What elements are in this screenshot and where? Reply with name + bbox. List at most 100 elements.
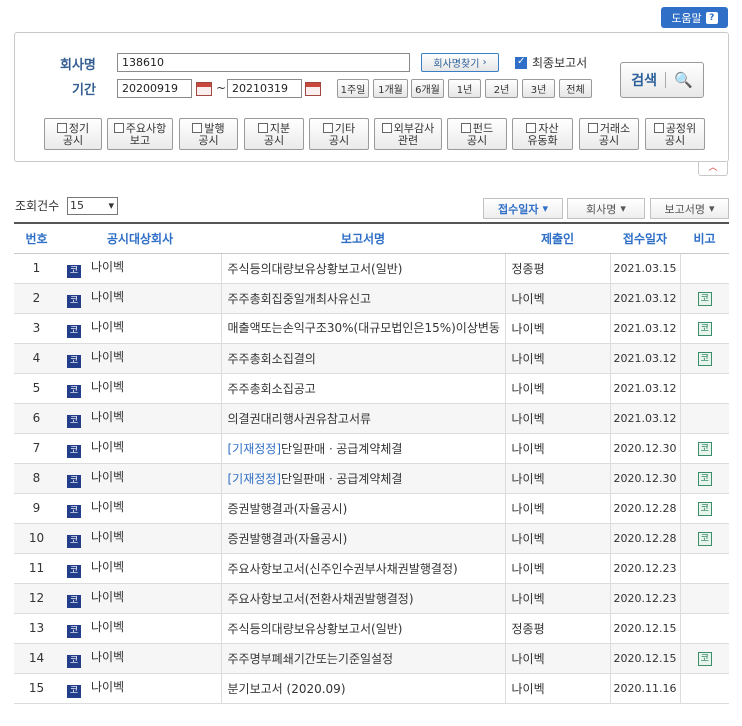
company-link[interactable]: 나이벡 bbox=[91, 380, 124, 394]
report-cell[interactable]: 주주총회소집공고 bbox=[220, 373, 506, 404]
kosdaq-remark-icon[interactable]: 코 bbox=[697, 292, 712, 306]
type-major-button[interactable]: 주요사항 보고 bbox=[107, 118, 173, 150]
company-link[interactable]: 나이벡 bbox=[91, 470, 124, 484]
table-row[interactable]: 15 코 나이벡 분기보고서 (2020.09) 나이벡 2020.11.16 bbox=[14, 673, 729, 704]
company-link[interactable]: 나이벡 bbox=[91, 620, 124, 634]
report-link[interactable]: 의결권대리행사권유참고서류 bbox=[228, 412, 372, 426]
type-other-button[interactable]: 기타 공시 bbox=[309, 118, 369, 150]
date-to-input[interactable]: 20210319 bbox=[227, 79, 302, 98]
table-row[interactable]: 7 코 나이벡 [기재정정]단일판매ㆍ공급계약체결 나이벡 2020.12.30 코 bbox=[14, 433, 729, 464]
sort-company-button[interactable]: 회사명 ▾ bbox=[567, 198, 645, 219]
report-cell[interactable]: [기재정정]단일판매ㆍ공급계약체결 bbox=[220, 463, 506, 494]
report-cell[interactable]: 매출액또는손익구조30%(대규모법인은15%)이상변동 bbox=[220, 313, 506, 344]
report-cell[interactable]: 증권발행결과(자율공시) bbox=[220, 493, 506, 524]
report-link[interactable]: 주주총회소집공고 bbox=[228, 382, 316, 396]
count-select[interactable]: 15 bbox=[67, 197, 118, 215]
company-link[interactable]: 나이벡 bbox=[91, 560, 124, 574]
company-link[interactable]: 나이벡 bbox=[91, 590, 124, 604]
report-link[interactable]: 증권발행결과(자율공시) bbox=[228, 532, 348, 546]
type-abs-button[interactable]: 자산 유동화 bbox=[512, 118, 573, 150]
report-link[interactable]: 분기보고서 (2020.09) bbox=[228, 682, 346, 696]
period-1week-button[interactable]: 1주일 bbox=[337, 79, 369, 98]
sort-report-button[interactable]: 보고서명 ▾ bbox=[650, 198, 729, 219]
type-fund-button[interactable]: 펀드 공시 bbox=[447, 118, 507, 150]
report-link[interactable]: 주주명부폐쇄기간또는기준일설정 bbox=[228, 652, 394, 666]
pagination[interactable] bbox=[306, 720, 416, 726]
report-cell[interactable]: 주주총회소집결의 bbox=[220, 343, 506, 374]
date-from-input[interactable]: 20200919 bbox=[117, 79, 192, 98]
table-row[interactable]: 14 코 나이벡 주주명부폐쇄기간또는기준일설정 나이벡 2020.12.15 코 bbox=[14, 643, 729, 674]
kosdaq-remark-icon[interactable]: 코 bbox=[697, 472, 712, 486]
table-row[interactable]: 12 코 나이벡 주요사항보고서(전환사채권발행결정) 나이벡 2020.12.23 bbox=[14, 583, 729, 614]
table-row[interactable]: 13 코 나이벡 주식등의대량보유상황보고서(일반) 정종평 2020.12.15 bbox=[14, 613, 729, 644]
table-row[interactable]: 10 코 나이벡 증권발행결과(자율공시) 나이벡 2020.12.28 코 bbox=[14, 523, 729, 554]
report-link[interactable]: 주요사항보고서(신주인수권부사채권발행결정) bbox=[228, 562, 458, 576]
report-cell[interactable]: 주주총회집중일개최사유신고 bbox=[220, 283, 506, 314]
table-row[interactable]: 8 코 나이벡 [기재정정]단일판매ㆍ공급계약체결 나이벡 2020.12.30 코 bbox=[14, 463, 729, 494]
table-row[interactable]: 4 코 나이벡 주주총회소집결의 나이벡 2021.03.12 코 bbox=[14, 343, 729, 374]
table-row[interactable]: 3 코 나이벡 매출액또는손익구조30%(대규모법인은15%)이상변동 나이벡 2021.… bbox=[14, 313, 729, 344]
report-link[interactable]: 주주총회집중일개최사유신고 bbox=[228, 292, 372, 306]
report-link[interactable]: 증권발행결과(자율공시) bbox=[228, 502, 348, 516]
help-button[interactable]: 도움말 ? bbox=[661, 7, 728, 28]
report-link[interactable]: 단일판매ㆍ공급계약체결 bbox=[281, 472, 402, 486]
find-company-button[interactable]: 회사명찾기 › bbox=[421, 53, 499, 72]
search-button[interactable]: 검색 🔍 bbox=[620, 62, 704, 98]
report-link[interactable]: 주식등의대량보유상황보고서(일반) bbox=[228, 622, 403, 636]
report-cell[interactable]: 주식등의대량보유상황보고서(일반) bbox=[220, 613, 506, 644]
company-link[interactable]: 나이벡 bbox=[91, 410, 124, 424]
kosdaq-remark-icon[interactable]: 코 bbox=[697, 322, 712, 336]
report-cell[interactable]: 분기보고서 (2020.09) bbox=[220, 673, 506, 704]
table-row[interactable]: 9 코 나이벡 증권발행결과(자율공시) 나이벡 2020.12.28 코 bbox=[14, 493, 729, 524]
table-row[interactable]: 1 코 나이벡 주식등의대량보유상황보고서(일반) 정종평 2021.03.15 bbox=[14, 253, 729, 284]
table-row[interactable]: 11 코 나이벡 주요사항보고서(신주인수권부사채권발행결정) 나이벡 2020.12.2… bbox=[14, 553, 729, 584]
report-link[interactable]: 주주총회소집결의 bbox=[228, 352, 316, 366]
period-3year-button[interactable]: 3년 bbox=[522, 79, 555, 98]
company-link[interactable]: 나이벡 bbox=[91, 260, 124, 274]
report-link[interactable]: 주식등의대량보유상황보고서(일반) bbox=[228, 262, 403, 276]
table-row[interactable]: 6 코 나이벡 의결권대리행사권유참고서류 나이벡 2021.03.12 bbox=[14, 403, 729, 434]
period-all-button[interactable]: 전체 bbox=[559, 79, 592, 98]
report-cell[interactable]: 주요사항보고서(전환사채권발행결정) bbox=[220, 583, 506, 614]
report-cell[interactable]: 주요사항보고서(신주인수권부사채권발행결정) bbox=[220, 553, 506, 584]
report-link[interactable]: 단일판매ㆍ공급계약체결 bbox=[281, 442, 402, 456]
company-link[interactable]: 나이벡 bbox=[91, 350, 124, 364]
report-cell[interactable]: 주식등의대량보유상황보고서(일반) bbox=[220, 253, 506, 284]
type-ftc-button[interactable]: 공정위 공시 bbox=[645, 118, 705, 150]
company-link[interactable]: 나이벡 bbox=[91, 320, 124, 334]
company-input[interactable]: 138610 bbox=[117, 53, 410, 72]
company-link[interactable]: 나이벡 bbox=[91, 530, 124, 544]
period-2year-button[interactable]: 2년 bbox=[485, 79, 518, 98]
table-row[interactable]: 2 코 나이벡 주주총회집중일개최사유신고 나이벡 2021.03.12 코 bbox=[14, 283, 729, 314]
type-audit-button[interactable]: 외부감사 관련 bbox=[374, 118, 442, 150]
type-issue-button[interactable]: 발행 공시 bbox=[179, 118, 238, 150]
period-1month-button[interactable]: 1개월 bbox=[373, 79, 408, 98]
company-link[interactable]: 나이벡 bbox=[91, 650, 124, 664]
company-link[interactable]: 나이벡 bbox=[91, 290, 124, 304]
company-link[interactable]: 나이벡 bbox=[91, 500, 124, 514]
table-row[interactable]: 5 코 나이벡 주주총회소집공고 나이벡 2021.03.12 bbox=[14, 373, 729, 404]
company-link[interactable]: 나이벡 bbox=[91, 440, 124, 454]
final-report-checkbox[interactable] bbox=[515, 56, 527, 69]
kosdaq-remark-icon[interactable]: 코 bbox=[697, 652, 712, 666]
kosdaq-remark-icon[interactable]: 코 bbox=[697, 352, 712, 366]
calendar-to-icon[interactable] bbox=[305, 82, 321, 96]
type-equity-button[interactable]: 지분 공시 bbox=[244, 118, 304, 150]
calendar-from-icon[interactable] bbox=[196, 82, 212, 96]
type-exchange-button[interactable]: 거래소 공시 bbox=[579, 118, 639, 150]
kosdaq-remark-icon[interactable]: 코 bbox=[697, 502, 712, 516]
kosdaq-remark-icon[interactable]: 코 bbox=[697, 442, 712, 456]
period-1year-button[interactable]: 1년 bbox=[448, 79, 481, 98]
period-6month-button[interactable]: 6개월 bbox=[411, 79, 444, 98]
report-cell[interactable]: 주주명부폐쇄기간또는기준일설정 bbox=[220, 643, 506, 674]
collapse-panel-button[interactable]: ︿ bbox=[698, 162, 728, 176]
kosdaq-remark-icon[interactable]: 코 bbox=[697, 532, 712, 546]
report-cell[interactable]: 의결권대리행사권유참고서류 bbox=[220, 403, 506, 434]
report-link[interactable]: 주요사항보고서(전환사채권발행결정) bbox=[228, 592, 414, 606]
company-link[interactable]: 나이벡 bbox=[91, 680, 124, 694]
type-regular-button[interactable]: 정기 공시 bbox=[44, 118, 102, 150]
report-link[interactable]: 매출액또는손익구조30%(대규모법인은15%)이상변동 bbox=[228, 321, 500, 335]
report-cell[interactable]: 증권발행결과(자율공시) bbox=[220, 523, 506, 554]
sort-date-button[interactable]: 접수일자 ▾ bbox=[483, 198, 563, 219]
report-cell[interactable]: [기재정정]단일판매ㆍ공급계약체결 bbox=[220, 433, 506, 464]
